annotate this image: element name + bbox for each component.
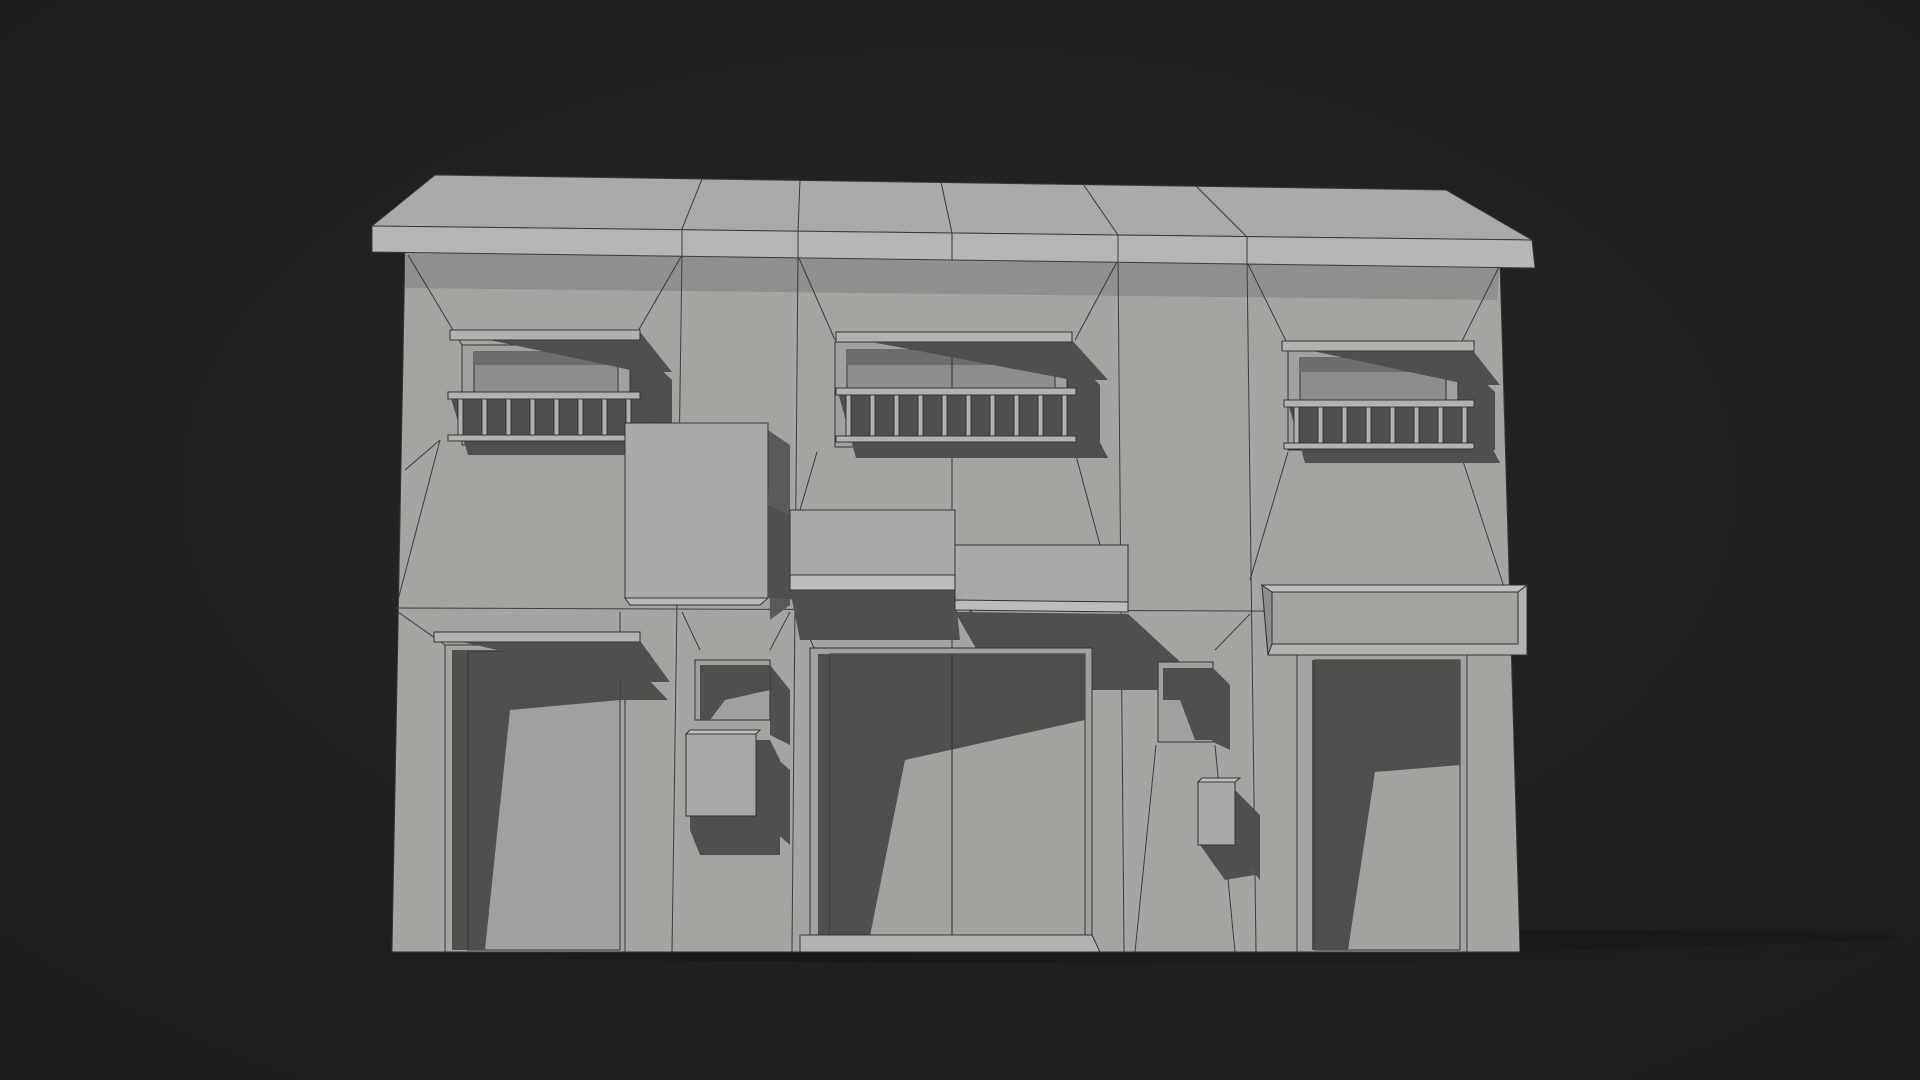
building-render (0, 0, 1920, 1080)
sign-box-tall (624, 422, 800, 620)
roof (370, 174, 1536, 269)
railing-upper-right (1283, 399, 1500, 463)
small-window-right (1157, 661, 1230, 750)
garage-door-center (799, 647, 1101, 953)
door-right (1296, 654, 1468, 953)
door-left (444, 644, 668, 953)
shop-sign-frame (1260, 583, 1529, 656)
render-viewport (0, 0, 1920, 1080)
railing-upper-middle (835, 387, 1108, 458)
sign-box-middle (789, 509, 972, 640)
